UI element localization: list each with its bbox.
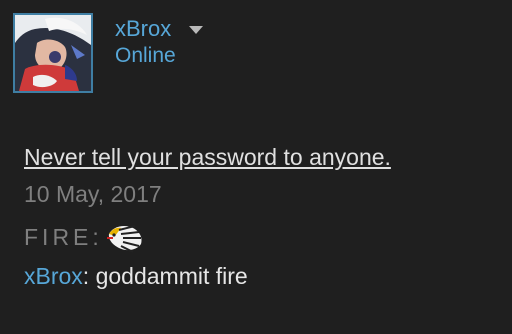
chat-window: xBrox Online Never tell your password to… <box>0 0 512 334</box>
pokemon-emoticon-icon <box>106 225 142 253</box>
chat-message: xBrox: goddammit fire <box>24 262 248 290</box>
caret-down-icon[interactable] <box>189 26 203 34</box>
chat-date: 10 May, 2017 <box>24 181 162 207</box>
password-warning: Never tell your password to anyone. <box>24 144 391 170</box>
message-separator: : <box>92 224 103 250</box>
avatar-image <box>15 15 91 91</box>
message-sender: FIRE <box>24 224 93 250</box>
username-link[interactable]: xBrox <box>115 17 171 41</box>
chat-message: FIRE: <box>24 220 145 254</box>
avatar[interactable] <box>13 13 93 93</box>
online-status: Online <box>115 44 176 67</box>
message-text: goddammit fire <box>89 263 248 289</box>
message-sender[interactable]: xBrox <box>24 263 83 289</box>
